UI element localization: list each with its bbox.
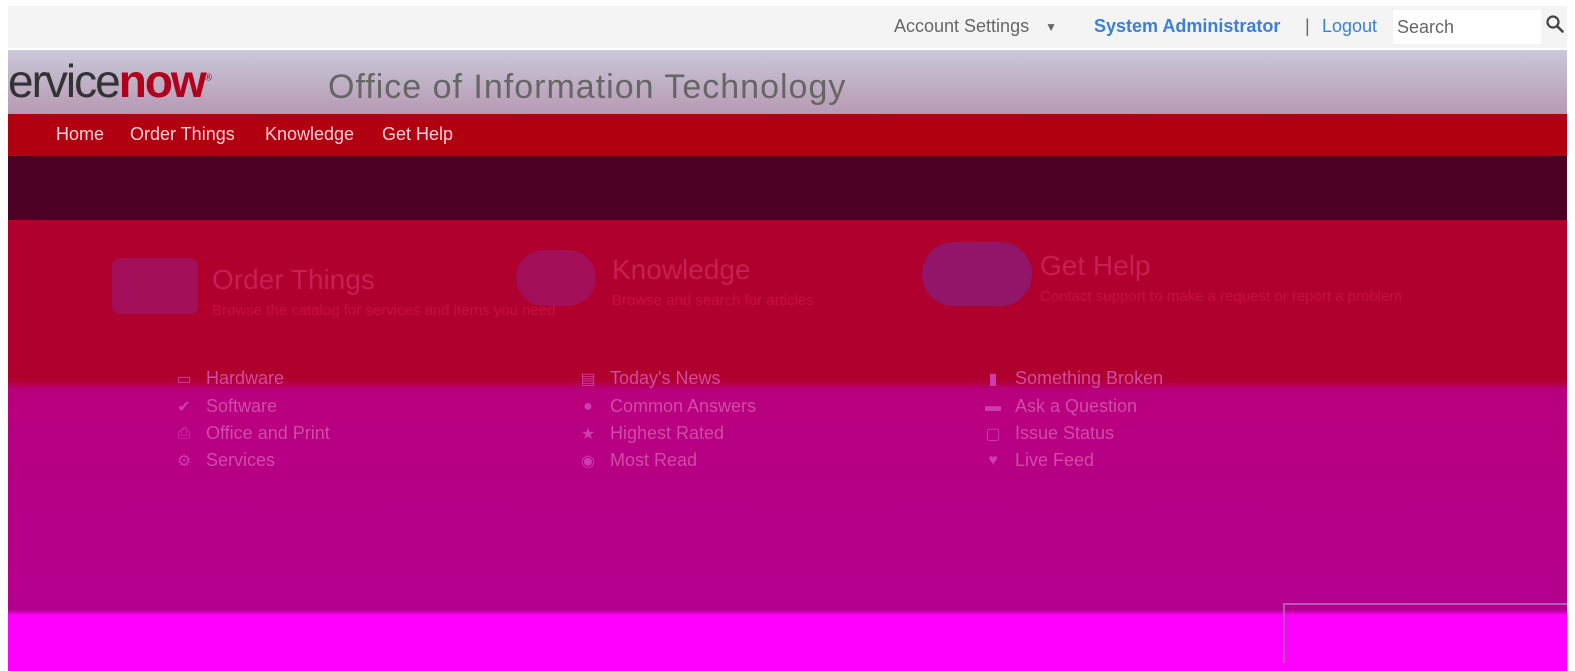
registered-mark: ® — [204, 72, 213, 84]
link-label: Most Read — [610, 450, 698, 470]
account-settings-menu[interactable]: Account Settings ▼ — [894, 16, 1057, 37]
logout-link[interactable]: Logout — [1322, 16, 1377, 37]
chevron-down-icon: ▼ — [1045, 19, 1057, 34]
panel-get-help: Get Help Contact support to make a reque… — [922, 220, 1402, 460]
link-label: Highest Rated — [610, 423, 725, 443]
chat-icon: ▬ — [985, 397, 1001, 415]
link-label: Common Answers — [610, 396, 757, 416]
link-software[interactable]: ✔ Software — [174, 396, 277, 417]
check-icon: ✔ — [177, 398, 191, 416]
printer-icon: ⎙ — [177, 424, 191, 442]
servicenow-logo[interactable]: ervicenow® — [8, 55, 213, 107]
logo-text-service: ervice — [8, 55, 121, 107]
panel-title[interactable]: Knowledge — [612, 254, 751, 286]
main-nav: Home Order Things Knowledge Get Help — [8, 114, 1567, 156]
nav-item-home[interactable]: Home — [56, 124, 104, 145]
nav-item-get-help[interactable]: Get Help — [382, 124, 453, 145]
brand-header: ervicenow® Office of Information Technol… — [8, 50, 1567, 114]
lifebuoy-icon — [922, 242, 1032, 306]
link-label: Ask a Question — [1015, 396, 1138, 416]
link-most-read[interactable]: ◉ Most Read — [578, 450, 697, 471]
link-issue-status[interactable]: ▢ Issue Status — [983, 423, 1114, 444]
link-something-broken[interactable]: ▮ Something Broken — [983, 368, 1164, 389]
link-ask-a-question[interactable]: ▬ Ask a Question — [983, 396, 1137, 417]
link-label: Services — [206, 450, 276, 470]
link-label: Software — [206, 396, 278, 416]
link-highest-rated[interactable]: ★ Highest Rated — [578, 423, 724, 444]
broken-icon: ▮ — [988, 370, 998, 388]
logo-text-now: now — [118, 55, 207, 107]
search-button[interactable] — [1542, 10, 1567, 44]
eye-icon: ◉ — [581, 452, 595, 470]
panel-title[interactable]: Get Help — [1040, 250, 1151, 282]
panel-description: Browse the catalog for services and item… — [212, 302, 556, 319]
book-icon — [516, 250, 596, 306]
link-label: Today's News — [610, 368, 721, 388]
link-todays-news[interactable]: ▤ Today's News — [578, 368, 720, 389]
account-settings-label: Account Settings — [894, 16, 1030, 36]
newspaper-icon: ▤ — [580, 370, 596, 388]
panel-title[interactable]: Order Things — [212, 264, 375, 296]
question-icon: ● — [583, 397, 593, 415]
panel-description: Contact support to make a request or rep… — [1040, 288, 1402, 305]
star-icon: ★ — [580, 425, 596, 443]
link-label: Office and Print — [206, 423, 330, 443]
link-live-feed[interactable]: ♥ Live Feed — [983, 450, 1094, 471]
link-common-answers[interactable]: ● Common Answers — [578, 396, 756, 417]
panel-description: Browse and search for articles — [612, 292, 814, 309]
search-input[interactable] — [1393, 10, 1541, 44]
laptop-icon: ▭ — [176, 370, 192, 388]
link-label: Issue Status — [1015, 423, 1115, 443]
separator: | — [1305, 16, 1310, 36]
link-label: Live Feed — [1015, 450, 1095, 470]
search-icon — [1545, 15, 1564, 39]
hero-banner — [8, 156, 1567, 220]
link-label: Hardware — [206, 368, 285, 388]
nav-item-knowledge[interactable]: Knowledge — [265, 124, 354, 145]
link-label: Something Broken — [1015, 368, 1164, 388]
nav-item-order-things[interactable]: Order Things — [130, 124, 235, 145]
footer-widget — [1283, 603, 1567, 663]
link-hardware[interactable]: ▭ Hardware — [174, 368, 284, 389]
gear-icon: ⚙ — [176, 452, 192, 470]
cart-icon — [112, 258, 198, 314]
clipboard-icon: ▢ — [985, 425, 1001, 443]
link-services[interactable]: ⚙ Services — [174, 450, 275, 471]
top-utility-bar: Account Settings ▼ System Administrator … — [8, 6, 1567, 48]
site-title: Office of Information Technology — [328, 68, 847, 106]
link-office-and-print[interactable]: ⎙ Office and Print — [174, 423, 330, 444]
user-name-link[interactable]: System Administrator — [1094, 16, 1280, 37]
feed-icon: ♥ — [988, 451, 998, 469]
